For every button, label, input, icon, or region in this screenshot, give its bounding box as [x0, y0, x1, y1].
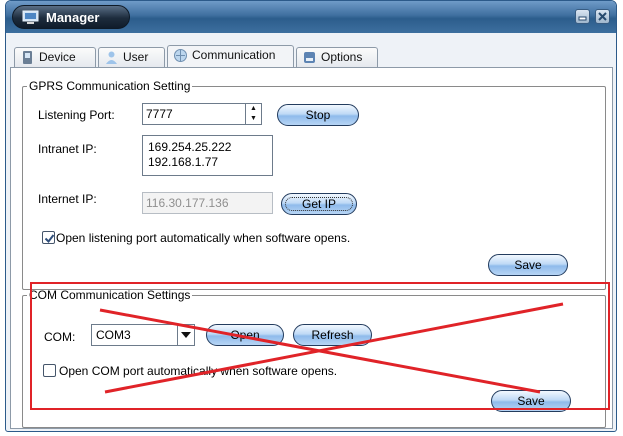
tab-user[interactable]: User [98, 47, 165, 67]
auto-open-listening-label[interactable]: Open listening port automatically when s… [56, 231, 350, 245]
stop-button[interactable]: Stop [277, 104, 359, 126]
get-ip-button[interactable]: Get IP [281, 193, 357, 215]
intranet-ip-item: 169.254.25.222 [148, 140, 232, 154]
tab-device[interactable]: Device [14, 47, 96, 67]
tab-strip: Device User Communication Options [10, 37, 610, 67]
monitor-icon [22, 10, 39, 24]
tab-communication[interactable]: Communication [167, 45, 294, 67]
tab-options[interactable]: Options [296, 47, 378, 67]
title-badge: Manager [12, 5, 130, 29]
checkmark-icon [44, 234, 55, 244]
user-icon [106, 51, 117, 64]
title-bar[interactable]: Manager [6, 1, 616, 33]
gprs-save-button[interactable]: Save [488, 254, 568, 276]
listening-port-input[interactable]: 7777 [142, 103, 246, 125]
intranet-ip-list[interactable]: 169.254.25.222 192.168.1.77 [142, 135, 273, 176]
tab-communication-label: Communication [192, 48, 276, 62]
intranet-ip-label: Intranet IP: [38, 142, 97, 156]
internet-ip-input: 116.30.177.136 [142, 192, 273, 214]
tab-options-label: Options [321, 50, 363, 64]
close-button[interactable] [595, 9, 610, 24]
gprs-group-title: GPRS Communication Setting [29, 79, 191, 93]
minimize-button[interactable] [574, 9, 590, 24]
tab-user-label: User [123, 50, 149, 64]
intranet-ip-item: 192.168.1.77 [148, 155, 219, 169]
stepper-up-icon[interactable]: ▲ [246, 104, 261, 114]
auto-open-listening-checkbox[interactable] [42, 231, 55, 244]
internet-ip-label: Internet IP: [38, 192, 97, 206]
annotation-box [30, 282, 610, 410]
network-icon [174, 49, 187, 62]
tab-device-label: Device [39, 50, 76, 64]
close-icon [598, 12, 607, 21]
window-title: Manager [46, 10, 100, 25]
minimize-icon [578, 16, 587, 21]
options-icon [304, 52, 315, 63]
port-stepper[interactable]: ▲ ▼ [246, 103, 262, 125]
device-icon [23, 51, 32, 64]
stepper-down-icon[interactable]: ▼ [246, 114, 261, 124]
listening-port-label: Listening Port: [38, 108, 115, 122]
